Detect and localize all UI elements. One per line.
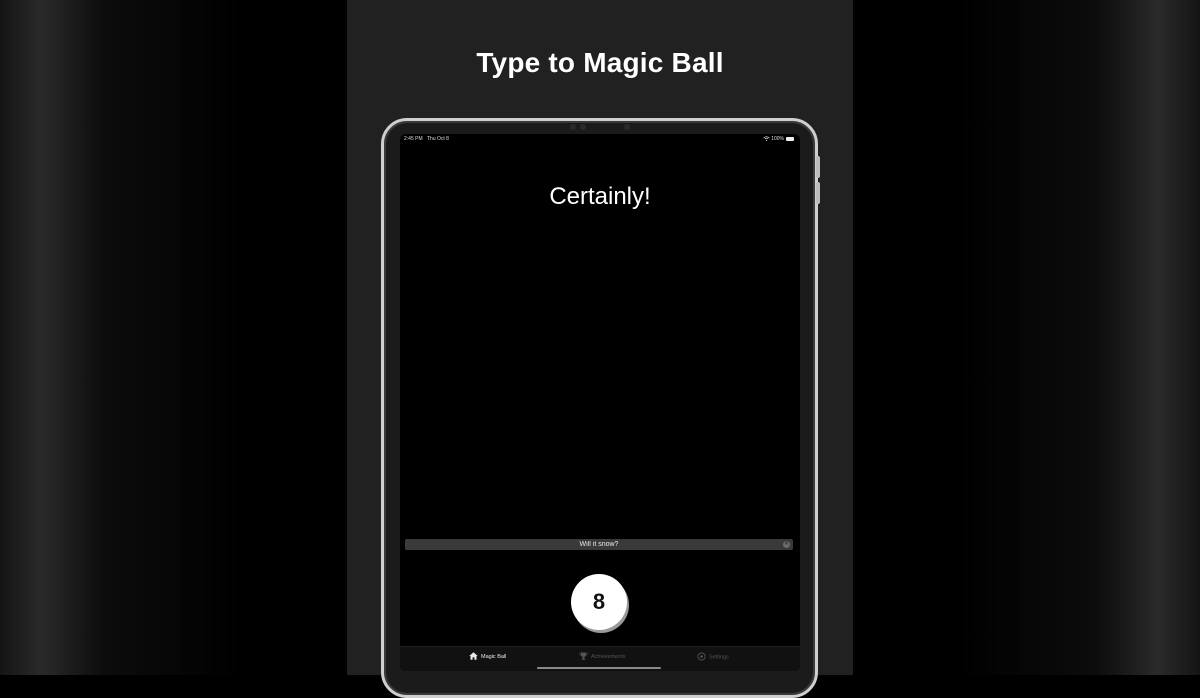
camera-bar [560,123,640,131]
sensor-dot [570,124,576,130]
battery-icon [786,137,794,141]
home-icon [469,652,478,662]
tab-settings[interactable]: Settings [697,652,729,666]
magic-ball-button[interactable]: 8 [571,574,627,630]
volume-down-button [816,182,820,204]
trophy-icon [579,652,588,662]
camera-lens [580,124,586,130]
clear-icon[interactable]: ✕ [783,541,790,548]
tab-magic-ball[interactable]: Magic Ball [469,652,506,666]
volume-up-button [816,156,820,178]
sensor-dot [624,124,630,130]
tab-achievements[interactable]: Achievements [579,652,626,666]
home-indicator [537,667,661,669]
battery-percentage: 100% [771,136,784,142]
right-backdrop [853,0,1200,675]
status-date: Thu Oct 8 [427,136,449,142]
wifi-icon [763,136,770,143]
status-bar: 2:45 PM Thu Oct 8 100% [400,136,800,146]
device-screen: 2:45 PM Thu Oct 8 100% Certainly! ✕ 8 Ma… [400,134,800,671]
tab-label: Magic Ball [481,654,507,660]
promo-headline: Type to Magic Ball [476,47,724,78]
tab-label: Settings [709,654,729,661]
left-backdrop [0,0,347,675]
answer-text: Certainly! [549,183,651,210]
tab-bar: Magic Ball Achievements Settings [400,646,800,671]
tab-label: Achievements [591,654,626,660]
question-field[interactable]: ✕ [405,539,793,550]
status-time: 2:45 PM [404,136,423,142]
gear-icon [697,652,706,663]
question-input[interactable] [405,539,793,550]
